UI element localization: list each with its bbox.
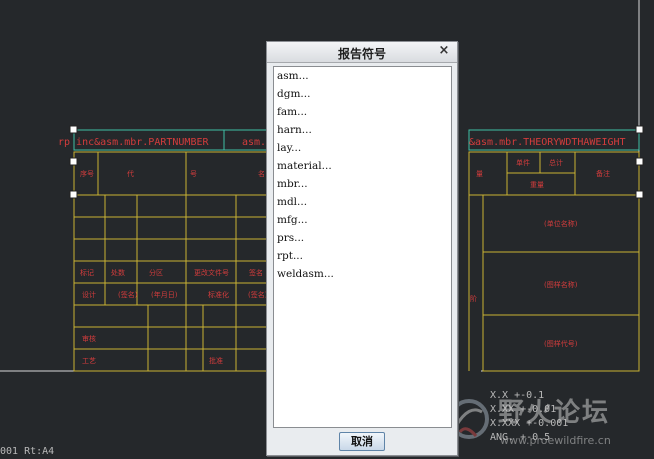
param-text-left: rp inc&asm.mbr.PARTNUMBER bbox=[58, 137, 209, 148]
header-danjian: 单件 bbox=[516, 158, 530, 167]
header-daihao-a: 代 bbox=[127, 169, 134, 178]
dialog-titlebar[interactable]: 报告符号 × bbox=[267, 42, 457, 63]
list-item-mbr[interactable]: mbr... bbox=[274, 175, 451, 193]
cancel-button[interactable]: 取消 bbox=[339, 432, 385, 451]
list-item-prs[interactable]: prs... bbox=[274, 229, 451, 247]
header-zongji: 总计 bbox=[549, 158, 563, 167]
sheet-info-text: 001 Rt:A4 bbox=[0, 446, 54, 457]
sig-gongyi: 工艺 bbox=[82, 357, 96, 365]
sig-biaozhunhua: 标准化 bbox=[208, 290, 229, 299]
close-icon[interactable]: × bbox=[437, 44, 451, 58]
header-liang: 量 bbox=[476, 170, 483, 178]
watermark-url: www.proewildfire.cn bbox=[500, 434, 611, 447]
title-unit-name: (单位名称) bbox=[544, 219, 578, 228]
list-item-mdl[interactable]: mdl... bbox=[274, 193, 451, 211]
header-xuhao: 序号 bbox=[80, 169, 94, 178]
list-item-lay[interactable]: lay... bbox=[274, 139, 451, 157]
sig-shenhe: 审核 bbox=[82, 334, 96, 343]
rev-biaoji: 标记 bbox=[80, 268, 94, 277]
rev-chushu: 处数 bbox=[111, 268, 125, 277]
sig-sheji: 设计 bbox=[82, 290, 96, 299]
header-zhongliang: 重量 bbox=[530, 181, 544, 189]
list-item-mfg[interactable]: mfg... bbox=[274, 211, 451, 229]
rev-fenqu: 分区 bbox=[149, 268, 163, 277]
watermark: 野火论坛 www.proewildfire.cn bbox=[440, 392, 654, 459]
list-item-asm[interactable]: asm... bbox=[274, 67, 451, 85]
sig-qianming1: (签名) bbox=[118, 290, 138, 299]
param-text-mid: asm. bbox=[242, 137, 266, 148]
list-item-rpt[interactable]: rpt... bbox=[274, 247, 451, 265]
header-daihao-b: 号 bbox=[190, 170, 197, 178]
title-drawing-code: (图样代号) bbox=[544, 339, 578, 348]
list-item-harn[interactable]: harn... bbox=[274, 121, 451, 139]
sig-pizhun: 批准 bbox=[209, 356, 223, 365]
sig-qianming2: (签名) bbox=[248, 290, 268, 299]
dialog-title: 报告符号 bbox=[337, 47, 386, 61]
list-item-fam[interactable]: fam... bbox=[274, 103, 451, 121]
header-ming: 名 bbox=[258, 169, 265, 178]
symbol-list[interactable]: asm... dgm... fam... harn... lay... mate… bbox=[273, 66, 452, 428]
dialog-footer: 取消 bbox=[267, 430, 457, 455]
revision-block-grid bbox=[73, 194, 271, 372]
list-item-dgm[interactable]: dgm... bbox=[274, 85, 451, 103]
list-item-weldasm[interactable]: weldasm... bbox=[274, 265, 451, 283]
header-beizhu: 备注 bbox=[596, 169, 610, 178]
title-side-char: 阶 bbox=[470, 294, 477, 303]
param-text-right: &asm.mbr.THEORYWDTHAWEIGHT bbox=[469, 137, 626, 148]
list-item-material[interactable]: material... bbox=[274, 157, 451, 175]
rev-qianming: 签名 bbox=[249, 268, 263, 277]
watermark-title: 野火论坛 bbox=[498, 398, 611, 428]
rev-wenjian: 更改文件号 bbox=[194, 268, 229, 277]
title-drawing-name: (图样名称) bbox=[544, 280, 578, 289]
report-symbol-dialog: 报告符号 × asm... dgm... fam... harn... lay.… bbox=[266, 41, 458, 456]
sig-date: (年月日) bbox=[151, 290, 178, 299]
